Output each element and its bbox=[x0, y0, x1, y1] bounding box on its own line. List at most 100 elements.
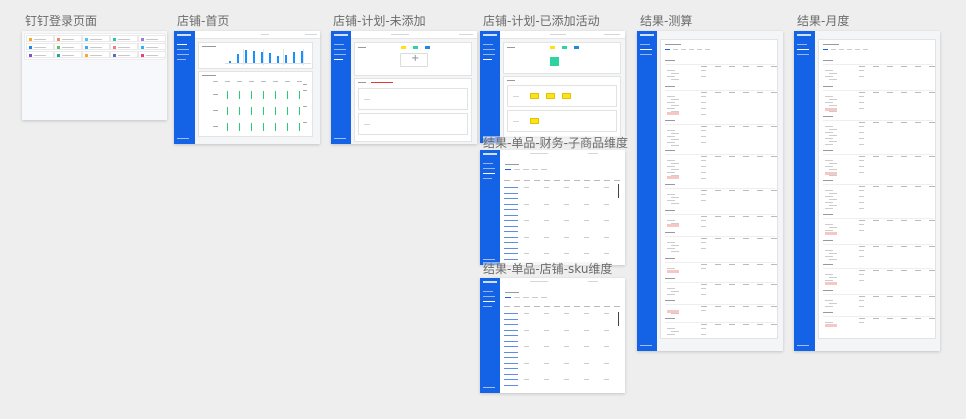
app-tile[interactable] bbox=[26, 35, 54, 42]
app-tile[interactable] bbox=[54, 51, 82, 58]
cell bbox=[544, 329, 549, 331]
cell bbox=[701, 248, 706, 249]
app-tile[interactable] bbox=[54, 35, 82, 42]
cell bbox=[701, 102, 706, 103]
row-label bbox=[829, 277, 837, 278]
header-cell bbox=[729, 264, 735, 265]
app-tile[interactable] bbox=[54, 43, 82, 50]
header-cell bbox=[887, 220, 893, 221]
green-indicator bbox=[299, 91, 300, 99]
activity-chip[interactable] bbox=[546, 93, 555, 99]
header-cell bbox=[859, 122, 865, 123]
row-link bbox=[504, 209, 518, 210]
header-cell bbox=[873, 296, 879, 297]
green-indicator bbox=[275, 107, 276, 115]
header-cell bbox=[524, 306, 530, 307]
app-tile[interactable] bbox=[82, 43, 110, 50]
header-cell bbox=[584, 180, 590, 181]
header-cell bbox=[743, 190, 749, 191]
cell bbox=[564, 203, 569, 205]
label-result-monthly: 结果-月度 bbox=[797, 14, 850, 28]
header-cell bbox=[757, 284, 763, 285]
artboard-dingtalk-login[interactable] bbox=[22, 31, 167, 120]
activity-chip[interactable] bbox=[562, 93, 571, 99]
cell bbox=[584, 253, 589, 254]
artboard-result-item-shop-sku[interactable] bbox=[480, 278, 625, 393]
activity-chip[interactable] bbox=[530, 118, 539, 124]
row-label bbox=[671, 291, 679, 292]
cell bbox=[859, 208, 864, 209]
app-tile[interactable] bbox=[82, 35, 110, 42]
highlight-row bbox=[667, 176, 679, 179]
row-label bbox=[825, 96, 833, 97]
artboard-shop-plan-empty[interactable]: + bbox=[331, 31, 477, 144]
header-cell bbox=[729, 216, 735, 217]
header-cell bbox=[757, 264, 763, 265]
row-value bbox=[303, 106, 307, 107]
app-tile[interactable] bbox=[138, 51, 166, 58]
row-link bbox=[504, 373, 518, 375]
cell bbox=[701, 294, 706, 295]
tab bbox=[505, 297, 511, 298]
header-cell bbox=[614, 180, 620, 181]
header-cell bbox=[901, 318, 907, 319]
app-tile[interactable] bbox=[26, 51, 54, 58]
header-cell bbox=[771, 92, 777, 93]
header-cell bbox=[859, 270, 865, 271]
header-cell bbox=[901, 122, 907, 123]
block-title bbox=[823, 214, 833, 215]
cell bbox=[859, 108, 864, 109]
header-cell bbox=[859, 220, 865, 221]
artboard-shop-home[interactable] bbox=[174, 31, 320, 144]
header-cell bbox=[887, 296, 893, 297]
header-cell bbox=[743, 238, 749, 239]
artboard-result-calc[interactable] bbox=[637, 31, 783, 351]
block-title bbox=[823, 60, 833, 61]
header-cell bbox=[929, 246, 935, 247]
app-tile[interactable] bbox=[138, 43, 166, 50]
app-tile[interactable] bbox=[110, 35, 138, 42]
cell bbox=[564, 362, 569, 364]
app-tile-label bbox=[62, 39, 74, 40]
row-link bbox=[504, 335, 518, 336]
row-label bbox=[825, 274, 833, 275]
row-label bbox=[825, 256, 833, 257]
highlight-row bbox=[825, 324, 837, 327]
cell bbox=[701, 220, 706, 221]
activity-slot[interactable] bbox=[358, 88, 468, 110]
add-plan-button[interactable]: + bbox=[400, 53, 428, 67]
header-cell bbox=[729, 66, 735, 67]
artboard-result-monthly[interactable] bbox=[794, 31, 940, 351]
header-cell bbox=[701, 264, 707, 265]
green-indicator bbox=[287, 123, 288, 131]
row-label bbox=[671, 73, 679, 74]
activity-chip[interactable] bbox=[530, 93, 539, 99]
artboard-result-item-finance[interactable] bbox=[480, 150, 625, 265]
main-content bbox=[815, 31, 940, 351]
grid-line bbox=[283, 49, 284, 65]
activity-chip[interactable] bbox=[550, 57, 559, 66]
artboard-shop-plan-added[interactable] bbox=[480, 31, 625, 143]
app-tile[interactable] bbox=[138, 35, 166, 42]
header-cell bbox=[297, 81, 302, 82]
app-tile[interactable] bbox=[110, 51, 138, 58]
app-tile[interactable] bbox=[110, 43, 138, 50]
cell bbox=[701, 226, 706, 227]
legend-teal bbox=[413, 46, 418, 49]
green-indicator bbox=[263, 91, 264, 99]
header-cell bbox=[757, 126, 763, 127]
row-link bbox=[504, 236, 518, 238]
sidebar bbox=[174, 31, 195, 144]
row-label bbox=[825, 144, 833, 145]
header-cell bbox=[504, 180, 510, 181]
activity-slot[interactable] bbox=[358, 113, 468, 135]
app-tile[interactable] bbox=[26, 43, 54, 50]
header-cell bbox=[873, 156, 879, 157]
block-title bbox=[665, 300, 675, 301]
app-tile-label bbox=[146, 39, 158, 40]
app-tile[interactable] bbox=[82, 51, 110, 58]
header-cell bbox=[887, 186, 893, 187]
app-tile-icon bbox=[29, 37, 32, 41]
green-indicator bbox=[227, 91, 228, 99]
header-cell bbox=[729, 156, 735, 157]
